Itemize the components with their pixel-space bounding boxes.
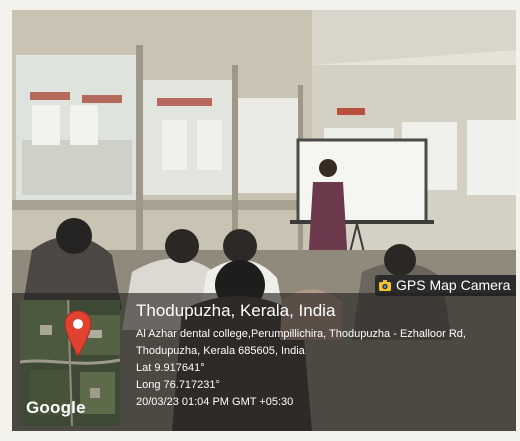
map-pin-icon (64, 310, 92, 357)
google-brand-label: Google (26, 398, 86, 417)
address-line-2: Thodupuzha, Kerala 685605, India (136, 345, 305, 357)
geotag-info: Thodupuzha, Kerala, India Al Azhar denta… (136, 300, 514, 411)
location-title: Thodupuzha, Kerala, India (136, 301, 336, 320)
classroom-photo: GPS Map Camera Google Thodupuzha, Kerala… (12, 10, 516, 431)
camera-icon (379, 280, 391, 291)
longitude: Long 76.717231° (136, 379, 220, 391)
timestamp: 20/03/23 01:04 PM GMT +05:30 (136, 396, 294, 408)
address-line-1: Al Azhar dental college,Perumpillichira,… (136, 328, 466, 340)
latitude: Lat 9.917641° (136, 362, 205, 374)
